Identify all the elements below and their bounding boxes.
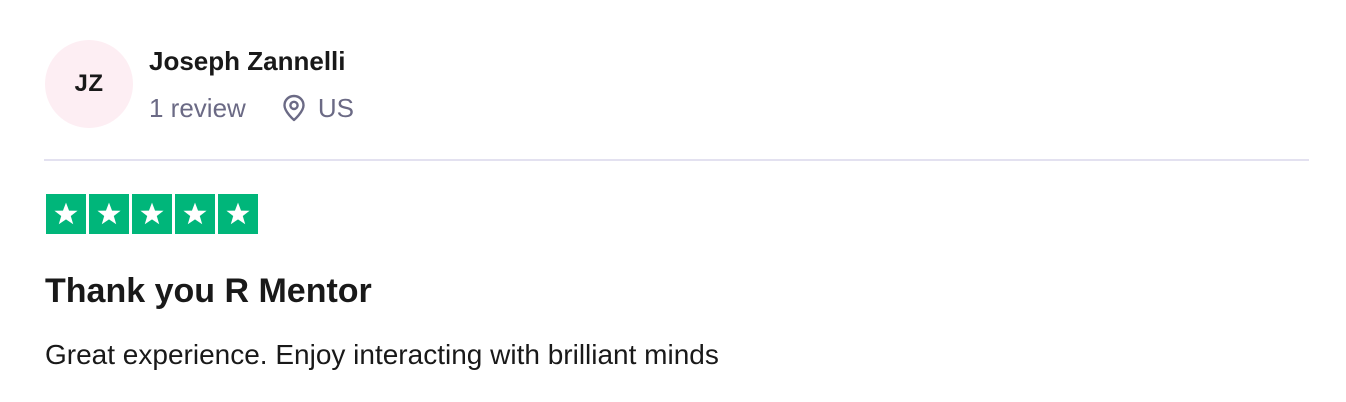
reviewer-name[interactable]: Joseph Zannelli (149, 45, 346, 77)
location-pin-icon (280, 93, 308, 123)
review-body: Great experience. Enjoy interacting with… (45, 339, 719, 370)
star-icon (132, 194, 172, 234)
avatar-initials: JZ (74, 70, 104, 97)
reviewer-country: US (317, 92, 354, 123)
star-icon (218, 194, 258, 234)
star-icon (89, 194, 129, 234)
review-title[interactable]: Thank you R Mentor (45, 270, 372, 312)
avatar[interactable]: JZ (45, 40, 133, 128)
review-count: 1 review (149, 92, 246, 123)
review-card: JZ Joseph Zannelli 1 review US Thank you… (0, 0, 1346, 402)
star-icon (175, 194, 215, 234)
reviewer-meta: 1 review US (149, 91, 354, 125)
divider (44, 159, 1309, 161)
star-rating (46, 194, 258, 234)
star-icon (46, 194, 86, 234)
